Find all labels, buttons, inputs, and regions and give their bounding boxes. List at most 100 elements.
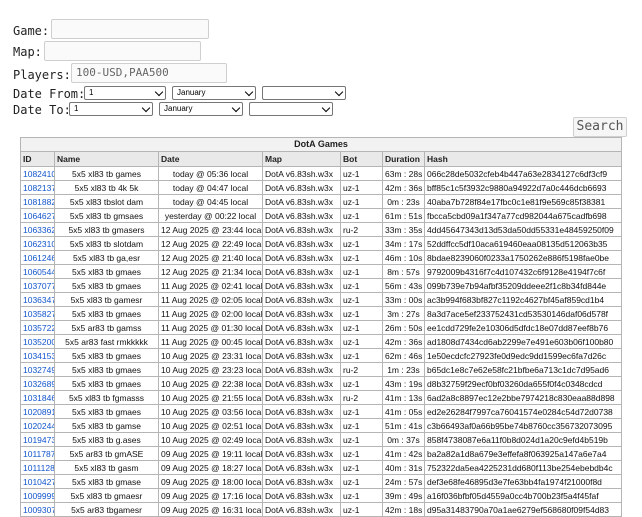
to-day-value: 1 — [74, 104, 79, 113]
game-map: DotA v6.83sh.w3x — [262, 264, 341, 279]
chevron-down-icon — [231, 103, 241, 113]
table-row: 1009307 5x5 ar83 tbgamesr 09 Aug 2025 @ 16… — [20, 502, 622, 517]
game-duration: 62m : 46s — [382, 348, 425, 363]
game-id-cell: 1035200 — [20, 334, 55, 349]
game-name: 5x5 xl83 tb games — [54, 166, 159, 181]
game-name: 5x5 xl83 tb gmaes — [54, 376, 159, 391]
game-hash: 52ddffcc5df10aca619460eaa08135d512063b35 — [424, 236, 622, 251]
game-id-link[interactable]: 1032749 — [23, 365, 54, 375]
game-id-link[interactable]: 1009307 — [23, 505, 54, 515]
col-header-map[interactable]: Map — [262, 151, 341, 167]
game-bot: uz-1 — [340, 278, 383, 293]
game-id-link[interactable]: 1037077 — [23, 281, 54, 291]
game-id-link[interactable]: 1010427 — [23, 477, 54, 487]
game-duration: 42m : 36s — [382, 334, 425, 349]
game-name: 5x5 xl83 tb gmaes — [54, 278, 159, 293]
game-duration: 0m : 37s — [382, 432, 425, 447]
from-year-select[interactable] — [262, 86, 346, 100]
game-id-link[interactable]: 1062310 — [23, 239, 54, 249]
map-input[interactable] — [44, 41, 201, 61]
game-id-link[interactable]: 1063362 — [23, 225, 54, 235]
game-map: DotA v6.83sh.w3x — [262, 334, 341, 349]
game-name: 5x5 xl83 tb gmaes — [54, 348, 159, 363]
game-hash: 752322da5ea4225231dd680f113be254ebebdb4c — [424, 460, 622, 475]
from-day-select[interactable]: 1 — [84, 86, 166, 100]
game-name: 5x5 xl83 tb fgmasss — [54, 390, 159, 405]
to-month-select[interactable]: January — [159, 102, 243, 116]
game-duration: 33m : 35s — [382, 222, 425, 237]
game-duration: 40m : 31s — [382, 460, 425, 475]
game-map: DotA v6.83sh.w3x — [262, 474, 341, 489]
table-row: 1011787 5x5 ar83 tb gmASE 09 Aug 2025 @ 19… — [20, 446, 622, 461]
game-name: 5x5 xl83 tb gamse — [54, 418, 159, 433]
game-bot: uz-1 — [340, 488, 383, 503]
game-name: 5x5 xl83 tb gmaesr — [54, 488, 159, 503]
game-date: 10 Aug 2025 @ 23:31 local — [158, 348, 263, 363]
game-id-link[interactable]: 1064627 — [23, 211, 54, 221]
game-duration: 1m : 23s — [382, 362, 425, 377]
game-id-link[interactable]: 1082410 — [23, 169, 54, 179]
game-map: DotA v6.83sh.w3x — [262, 292, 341, 307]
game-id-link[interactable]: 1009999 — [23, 491, 54, 501]
col-header-date[interactable]: Date — [158, 151, 263, 167]
game-map: DotA v6.83sh.w3x — [262, 194, 341, 209]
game-id-link[interactable]: 1035200 — [23, 337, 54, 347]
search-button[interactable]: Search — [573, 117, 627, 137]
game-id-link[interactable]: 1061246 — [23, 253, 54, 263]
game-map: DotA v6.83sh.w3x — [262, 376, 341, 391]
game-id-cell: 1082410 — [20, 166, 55, 181]
game-map: DotA v6.83sh.w3x — [262, 306, 341, 321]
game-id-link[interactable]: 1060544 — [23, 267, 54, 277]
game-id-cell: 1020891 — [20, 404, 55, 419]
game-id-link[interactable]: 1081882 — [23, 197, 54, 207]
to-year-select[interactable] — [249, 102, 333, 116]
game-bot: uz-1 — [340, 376, 383, 391]
game-map: DotA v6.83sh.w3x — [262, 390, 341, 405]
col-header-id[interactable]: ID — [20, 151, 55, 167]
game-map: DotA v6.83sh.w3x — [262, 250, 341, 265]
from-month-select[interactable]: January — [172, 86, 256, 100]
game-id-cell: 1035722 — [20, 320, 55, 335]
game-id-link[interactable]: 1035722 — [23, 323, 54, 333]
game-id-link[interactable]: 1036347 — [23, 295, 54, 305]
col-header-hash[interactable]: Hash — [424, 151, 622, 167]
game-hash: 1e50ecdcfc27923fe0d9edc9dd1599ec6fa7d26c — [424, 348, 622, 363]
game-input[interactable] — [51, 19, 209, 39]
game-id-link[interactable]: 1032689 — [23, 379, 54, 389]
game-duration: 61m : 51s — [382, 208, 425, 223]
game-id-cell: 1036347 — [20, 292, 55, 307]
players-input[interactable]: 100-USD,PAA500 — [71, 63, 227, 83]
game-date: 11 Aug 2025 @ 02:05 local — [158, 292, 263, 307]
game-bot: uz-1 — [340, 460, 383, 475]
game-id-link[interactable]: 1020891 — [23, 407, 54, 417]
col-header-name[interactable]: Name — [54, 151, 159, 167]
game-date: yesterday @ 00:22 local — [158, 208, 263, 223]
game-id-cell: 1020244 — [20, 418, 55, 433]
table-row: 1032749 5x5 xl83 tb gmaes 10 Aug 2025 @ 23… — [20, 362, 622, 377]
col-header-duration[interactable]: Duration — [382, 151, 425, 167]
to-day-select[interactable]: 1 — [69, 102, 153, 116]
game-date: 12 Aug 2025 @ 22:49 local — [158, 236, 263, 251]
game-id-link[interactable]: 1011128 — [23, 463, 54, 473]
game-name: 5x5 xl83 tb gmaes — [54, 362, 159, 377]
game-name: 5x5 xl83 tb gamesr — [54, 292, 159, 307]
col-header-bot[interactable]: Bot — [340, 151, 383, 167]
game-duration: 8m : 57s — [382, 264, 425, 279]
game-bot: uz-1 — [340, 334, 383, 349]
game-id-link[interactable]: 1019473 — [23, 435, 54, 445]
game-bot: uz-1 — [340, 474, 383, 489]
games-table: DotA Games ID Name Date Map Bot Duration… — [20, 137, 622, 517]
game-name: 5x5 ar83 tb gmASE — [54, 446, 159, 461]
game-bot: uz-1 — [340, 194, 383, 209]
game-hash: b65dc1e8c7e62e58fc21bfbe6a713c1dc7d95ad6 — [424, 362, 622, 377]
game-id-link[interactable]: 1082137 — [23, 183, 54, 193]
game-name: 5x5 xl83 tb g.ases — [54, 432, 159, 447]
game-id-link[interactable]: 1031846 — [23, 393, 54, 403]
chevron-down-icon — [154, 87, 164, 97]
game-id-cell: 1062310 — [20, 236, 55, 251]
game-id-link[interactable]: 1011787 — [23, 449, 54, 459]
game-id-link[interactable]: 1035827 — [23, 309, 54, 319]
game-hash: 4dd45647343d13d53da50dd55331e48459250f09 — [424, 222, 622, 237]
game-id-link[interactable]: 1034153 — [23, 351, 54, 361]
game-id-link[interactable]: 1020244 — [23, 421, 54, 431]
